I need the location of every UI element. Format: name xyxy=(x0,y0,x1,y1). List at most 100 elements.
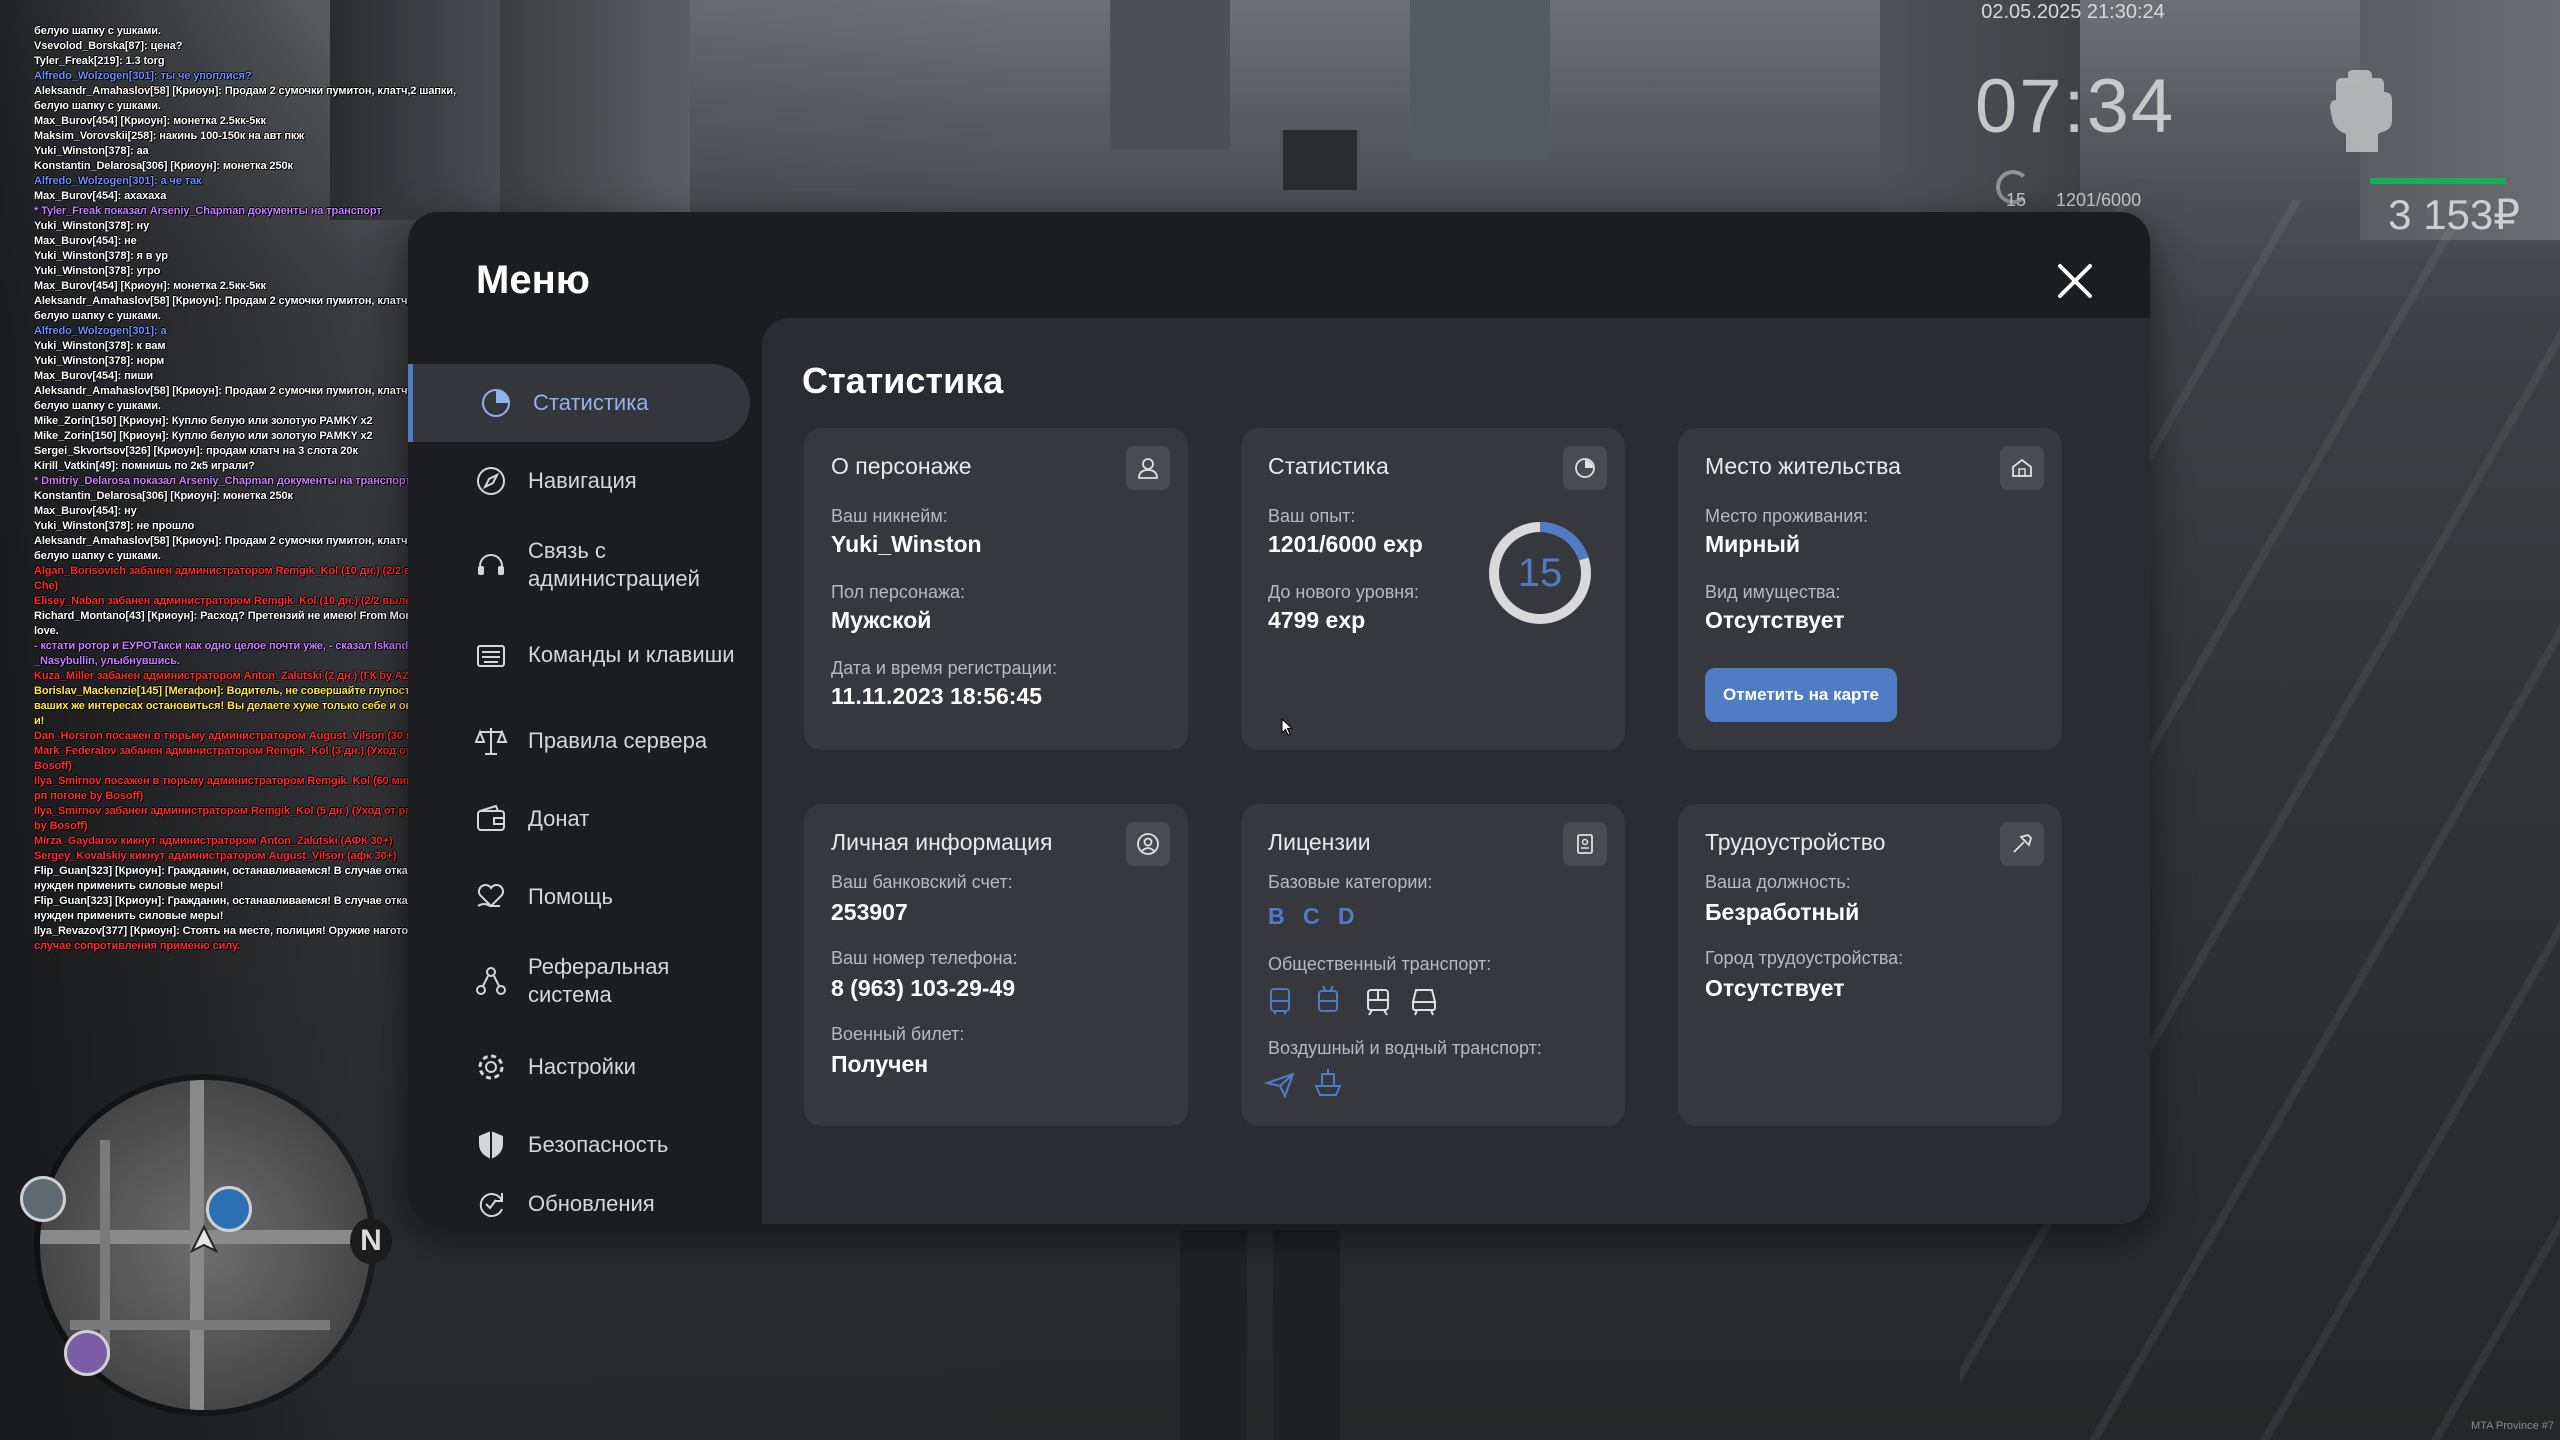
road xyxy=(1280,130,1360,190)
nav-item-updates[interactable]: Обновления xyxy=(408,1184,750,1224)
nav-label: Обновления xyxy=(528,1191,655,1216)
gender-value: Мужской xyxy=(831,607,932,633)
house-marker-icon xyxy=(20,1176,66,1222)
chat-line: белую шапку с ушками. xyxy=(34,100,161,112)
field-label: Ваша должность: xyxy=(1705,872,1851,892)
card-title: Статистика xyxy=(1268,453,1389,479)
player-character xyxy=(1180,1230,1340,1440)
clock-chart-icon xyxy=(1575,458,1595,478)
house-icon xyxy=(2012,458,2032,477)
chat-line: Yuki_Winston[378]: аа xyxy=(34,145,149,157)
chat-line: Max_Burov[454]: ахахаха xyxy=(34,190,167,202)
card-icon-box xyxy=(2000,446,2044,490)
card-icon-box xyxy=(1563,822,1607,866)
mouse-cursor xyxy=(1281,718,1293,736)
nav-label: Помощь xyxy=(528,884,613,909)
nav-item-help[interactable]: Помощь xyxy=(408,858,750,936)
employment-card: Трудоустройство Ваша должность: Безработ… xyxy=(1678,804,2062,1126)
phone-number-value: 8 (963) 103-29-49 xyxy=(831,975,1016,1001)
hud-datetime: 02.05.2025 21:30:24 xyxy=(1981,1,2165,23)
nav-item-statistics[interactable]: Статистика xyxy=(408,364,750,442)
chat-line: Tyler_Freak[219]: 1.3 torg xyxy=(34,55,165,67)
refresh-check-icon xyxy=(479,1193,503,1217)
airplane-icon xyxy=(1263,1072,1295,1099)
card-title: Личная информация xyxy=(831,829,1053,855)
shield-icon xyxy=(479,1131,503,1159)
card-title: Трудоустройство xyxy=(1705,829,1886,855)
chat-line: Vsevolod_Borska[87]: цена? xyxy=(34,40,183,52)
field-label: Общественный транспорт: xyxy=(1268,954,1492,974)
nav-item-admin-contact[interactable]: Связь с администрацией xyxy=(408,520,750,610)
license-category-d: D xyxy=(1338,903,1355,929)
statistics-panel: Статистика О персонаже Ваш никнейм: Yuki… xyxy=(762,318,2150,1224)
license-category-c: C xyxy=(1303,903,1320,929)
menu-sidebar: Статистика Навигация Связь с администрац… xyxy=(408,352,760,1224)
nav-label: Настройки xyxy=(528,1054,636,1079)
field-label: Ваш опыт: xyxy=(1268,506,1356,526)
clothing-store-marker-icon xyxy=(64,1330,110,1376)
chat-line: Maksim_Vorovskii[258]: накинь 100-150к н… xyxy=(34,130,305,142)
field-label: Базовые категории: xyxy=(1268,872,1433,892)
hud-clock: 07:34 xyxy=(1975,64,2176,149)
card-title: Лицензии xyxy=(1268,829,1371,855)
close-icon[interactable] xyxy=(2052,258,2098,304)
mark-on-map-button[interactable]: Отметить на карте xyxy=(1705,668,1897,722)
fist-weapon-icon xyxy=(2330,70,2392,152)
nav-item-rules[interactable]: Правила сервера xyxy=(408,702,750,780)
field-label: Ваш номер телефона: xyxy=(831,948,1018,968)
menu-title: Меню xyxy=(476,258,590,302)
nav-label: Команды и клавиши xyxy=(528,642,735,667)
chat-line: белую шапку с ушками. xyxy=(34,25,161,37)
field-label: Ваш банковский счет: xyxy=(831,872,1013,892)
nav-item-commands[interactable]: Команды и клавиши xyxy=(408,610,750,700)
building xyxy=(1110,0,1230,150)
residence-card: Место жительства Место проживания: Мирны… xyxy=(1678,428,2062,750)
nav-item-navigation[interactable]: Навигация xyxy=(408,442,750,520)
chat-line: Aleksandr_Amahaslov[58] [Криоун]: Продам… xyxy=(34,85,456,97)
field-label: До нового уровня: xyxy=(1268,582,1419,602)
bus-icon xyxy=(1270,988,1290,1014)
train-icon xyxy=(1411,989,1437,1016)
character-card: О персонаже Ваш никнейм: Yuki_Winston По… xyxy=(804,428,1188,750)
exp-value: 1201/6000 exp xyxy=(1268,531,1423,557)
trolleybus-icon xyxy=(1318,985,1338,1012)
field-label: Вид имущества: xyxy=(1705,582,1841,602)
card-icon-box xyxy=(1126,822,1170,866)
next-level-exp-value: 4799 exp xyxy=(1268,607,1366,633)
scales-icon xyxy=(474,728,508,755)
hud-money: 3 153₽ xyxy=(2388,191,2520,238)
nav-label: Безопасность xyxy=(528,1132,669,1157)
gear-icon xyxy=(478,1054,504,1080)
north-indicator: N xyxy=(350,1218,392,1264)
statistics-icon xyxy=(482,389,510,417)
nav-item-referral[interactable]: Реферальная система xyxy=(408,936,750,1026)
health-bar xyxy=(2370,178,2506,184)
card-title: О персонаже xyxy=(831,453,972,479)
nav-item-donate[interactable]: Донат xyxy=(408,780,750,858)
referral-icon xyxy=(476,967,506,995)
level-number: 15 xyxy=(1517,551,1563,595)
card-icon-box xyxy=(1126,446,1170,490)
hud-level: 15 xyxy=(2006,190,2027,210)
card-icon-box xyxy=(2000,822,2044,866)
minimap-road xyxy=(70,1320,330,1330)
field-label: Место проживания: xyxy=(1705,506,1869,526)
field-label: Военный билет: xyxy=(831,1024,965,1044)
nav-label: Донат xyxy=(528,806,590,831)
chat-line: Alfredo_Wolzogen[301]: ты че упоплися? xyxy=(34,70,252,82)
support-icon xyxy=(478,554,504,575)
nav-label: Связь с администрацией xyxy=(528,538,700,591)
job-city-value: Отсутствует xyxy=(1705,975,1845,1001)
nav-label: Правила сервера xyxy=(528,728,708,753)
stats-card: Статистика Ваш опыт: 1201/6000 exp До но… xyxy=(1241,428,1625,750)
field-label: Воздушный и водный транспорт: xyxy=(1268,1038,1542,1058)
job-position-value: Безработный xyxy=(1705,899,1860,925)
compass-icon xyxy=(477,467,505,495)
nav-item-security[interactable]: Безопасность xyxy=(408,1106,750,1184)
content-title: Статистика xyxy=(802,360,1004,401)
residence-place-value: Мирный xyxy=(1705,531,1801,557)
card-icon-box xyxy=(1563,446,1607,490)
menu-window: Меню Статистика Навигация Связь с админи… xyxy=(408,212,2150,1224)
nav-item-settings[interactable]: Настройки xyxy=(408,1028,750,1106)
player-arrow-icon xyxy=(190,1225,218,1253)
